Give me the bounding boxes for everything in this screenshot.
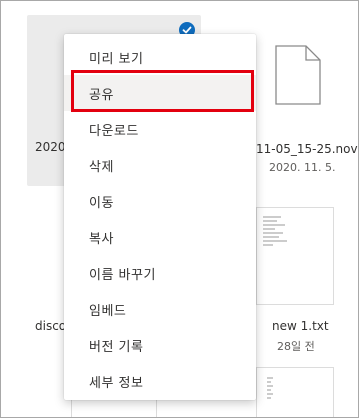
text-file-thumbnail[interactable] <box>256 207 334 305</box>
menu-item-download[interactable]: 다운로드 <box>64 111 256 147</box>
menu-item-rename[interactable]: 이름 바꾸기 <box>64 255 256 291</box>
menu-item-version-history[interactable]: 버전 기록 <box>64 327 256 363</box>
menu-item-move[interactable]: 이동 <box>64 183 256 219</box>
menu-item-delete[interactable]: 삭제 <box>64 147 256 183</box>
menu-item-copy[interactable]: 복사 <box>64 219 256 255</box>
file-date: 28일 전 <box>277 340 315 353</box>
menu-item-details[interactable]: 세부 정보 <box>64 363 256 399</box>
file-name[interactable]: new 1.txt <box>272 319 329 333</box>
text-file-thumbnail[interactable] <box>256 367 334 417</box>
file-name[interactable]: 11-05_15-25.nova <box>256 142 358 156</box>
file-date: 2020. 11. 5. <box>269 161 336 174</box>
highlight-box <box>71 70 254 112</box>
file-grid-view: 2020-0 11-05_15-25.nova 2020. 11. 5. new… <box>0 0 359 418</box>
generic-file-icon <box>275 45 321 109</box>
menu-item-embed[interactable]: 임베드 <box>64 291 256 327</box>
